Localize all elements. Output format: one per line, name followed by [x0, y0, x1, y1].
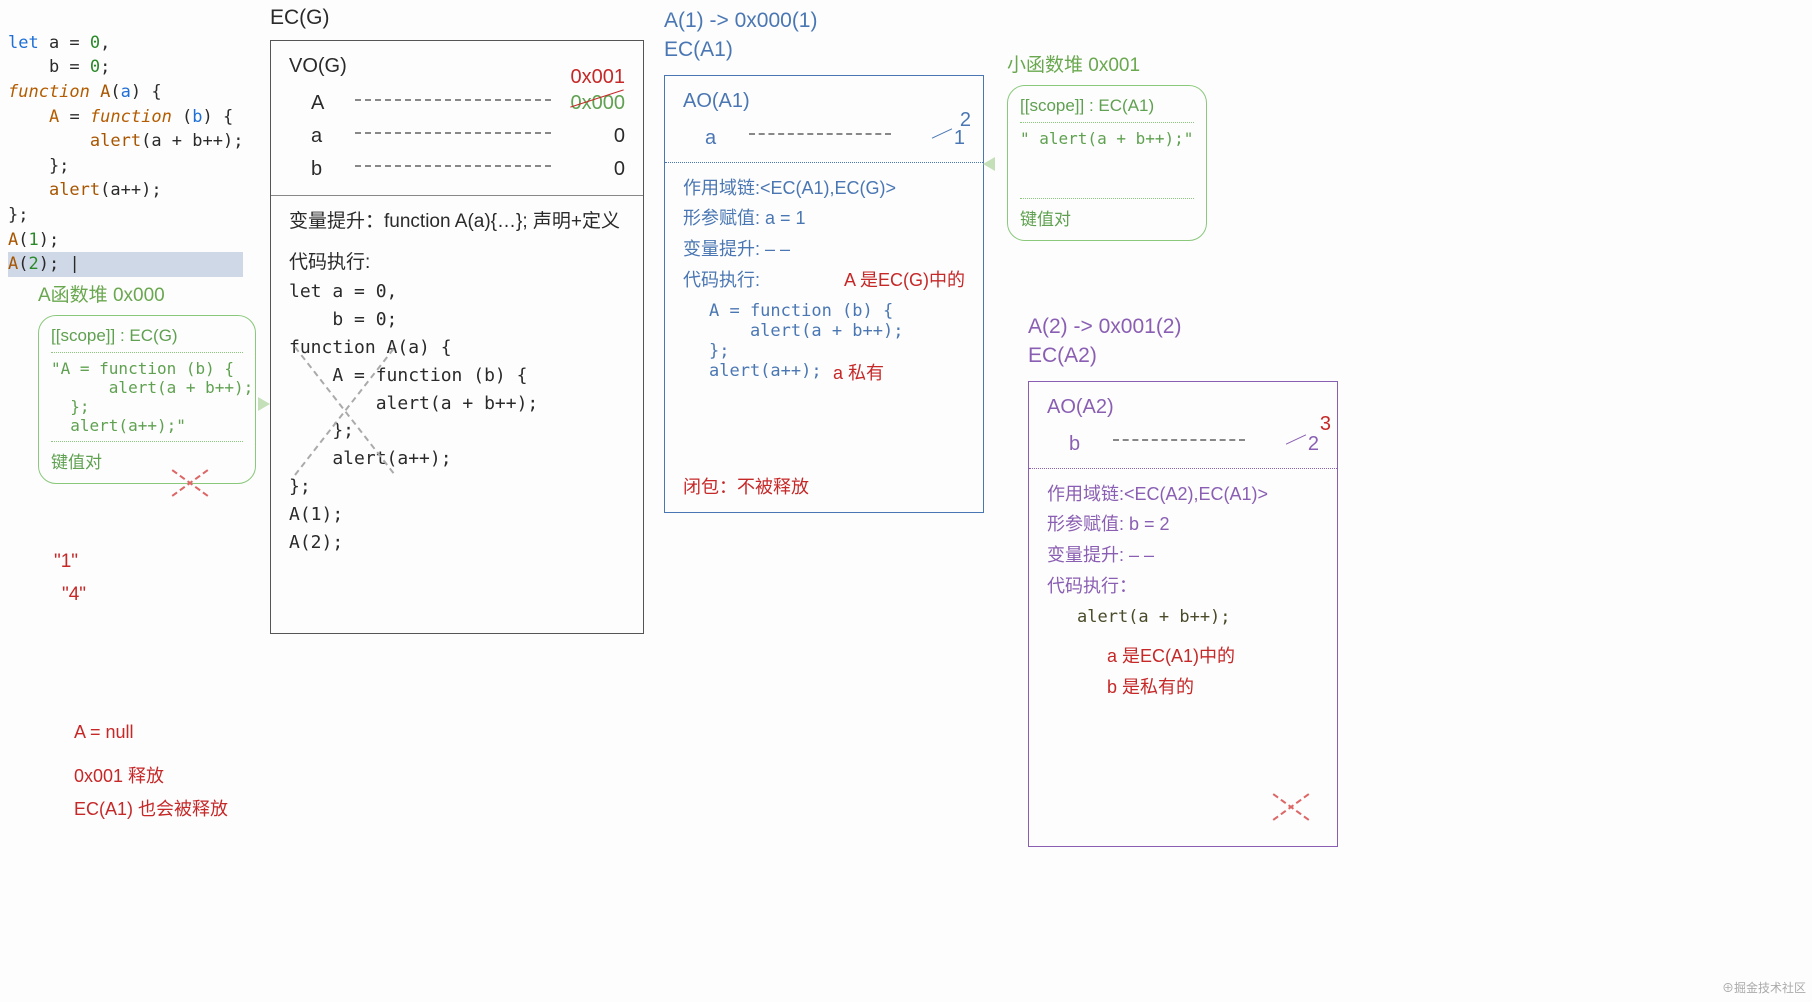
source-code: let a = 0, b = 0; function A(a) { A = fu… — [8, 6, 243, 277]
ec-a1-call: A(1) -> 0x000(1) — [664, 6, 984, 35]
eca2-note-a: a 是EC(A1)中的 — [1107, 641, 1319, 672]
eca1-note-a-private: a 私有 — [833, 358, 965, 389]
small-function-heap: 小函数堆 0x001 [[scope]] : EC(A1) " alert(a … — [1007, 50, 1207, 241]
small-heap-title: 小函数堆 0x001 — [1007, 50, 1207, 77]
ec-a2-section: A(2) -> 0x001(2) EC(A2) AO(A2) b 2 3 作用域… — [1028, 312, 1338, 847]
ao-a2-label: AO(A2) — [1047, 396, 1319, 419]
eca2-params: 形参赋值: b = 2 — [1047, 509, 1319, 540]
ao-row-b: b 2 3 — [1069, 433, 1319, 456]
watermark: ⊕掘金技术社区 — [1722, 979, 1806, 996]
a-new-value: 2 — [960, 109, 971, 132]
ec-a1-section: A(1) -> 0x000(1) EC(A1) AO(A1) a 1 2 作用域… — [664, 6, 984, 513]
ec-g-section: EC(G) VO(G) A 0x001 0x000 a0 b0 变量提升：fun… — [270, 6, 644, 634]
ec-a1-title: EC(A1) — [664, 35, 984, 64]
ec-g-title: EC(G) — [270, 6, 644, 30]
a-function-heap: A函数堆 0x000 [[scope]] : EC(G) "A = functi… — [38, 280, 256, 484]
release-l1: A = null — [74, 716, 228, 748]
addr-new: 0x001 — [571, 66, 626, 89]
ao-a1-label: AO(A1) — [683, 90, 965, 113]
vo-row-a: a0 — [311, 125, 625, 148]
b-new-value: 3 — [1320, 413, 1331, 436]
kv-label: 键值对 — [51, 448, 243, 473]
hoist-line: 变量提升：function A(a){…}; 声明+定义 — [289, 206, 625, 233]
small-kv-label: 键值对 — [1020, 205, 1194, 230]
output-1: "1" — [54, 551, 78, 573]
scope-label: [[scope]] : EC(G) — [51, 326, 243, 353]
eca1-scope-chain: 作用域链:<EC(A1),EC(G)> — [683, 173, 965, 204]
output-2: "4" — [62, 584, 86, 606]
exec-label: 代码执行: — [289, 247, 625, 274]
eca1-exec-label: 代码执行: — [683, 265, 760, 296]
small-scope-label: [[scope]] : EC(A1) — [1020, 96, 1194, 123]
closure-note: 闭包：不被释放 — [683, 473, 809, 499]
release-notes: A = null 0x001 释放 EC(A1) 也会被释放 — [74, 716, 228, 825]
eca1-note-A: A 是EC(G)中的 — [844, 265, 965, 296]
ec-a2-title: EC(A2) — [1028, 341, 1338, 370]
eca2-code: alert(a + b++); — [1077, 607, 1319, 627]
ecg-exec-body: let a = 0, b = 0; function A(a) { A = fu… — [289, 278, 625, 641]
release-l3: EC(A1) 也会被释放 — [74, 793, 228, 825]
eca2-hoist: 变量提升: – – — [1047, 540, 1319, 571]
arrow-left-icon — [983, 157, 995, 171]
eca2-exec-label: 代码执行： — [1047, 571, 1319, 602]
heap-body: "A = function (b) { alert(a + b++); }; a… — [51, 359, 243, 442]
cross-icon — [1269, 784, 1313, 828]
eca1-params: 形参赋值: a = 1 — [683, 203, 965, 234]
vo-row-b: b0 — [311, 158, 625, 181]
release-l2: 0x001 释放 — [74, 760, 228, 792]
heap-title: A函数堆 0x000 — [38, 280, 256, 307]
arrow-right-icon — [258, 397, 270, 411]
cross-icon — [168, 460, 212, 504]
eca1-hoist: 变量提升: – – — [683, 234, 965, 265]
vo-row-A: A 0x001 0x000 — [311, 92, 625, 115]
ec-a2-call: A(2) -> 0x001(2) — [1028, 312, 1338, 341]
eca2-scope-chain: 作用域链:<EC(A2),EC(A1)> — [1047, 479, 1319, 510]
small-heap-body: " alert(a + b++);" — [1020, 129, 1194, 199]
eca2-note-b: b 是私有的 — [1107, 672, 1319, 703]
ao-row-a: a 1 2 — [705, 127, 965, 150]
